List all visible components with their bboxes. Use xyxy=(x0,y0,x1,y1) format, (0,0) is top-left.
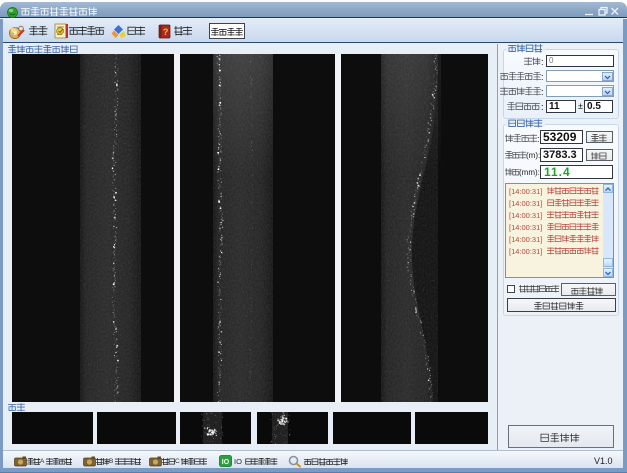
svg-text:?: ? xyxy=(163,27,169,37)
svg-text:IO: IO xyxy=(222,459,230,466)
